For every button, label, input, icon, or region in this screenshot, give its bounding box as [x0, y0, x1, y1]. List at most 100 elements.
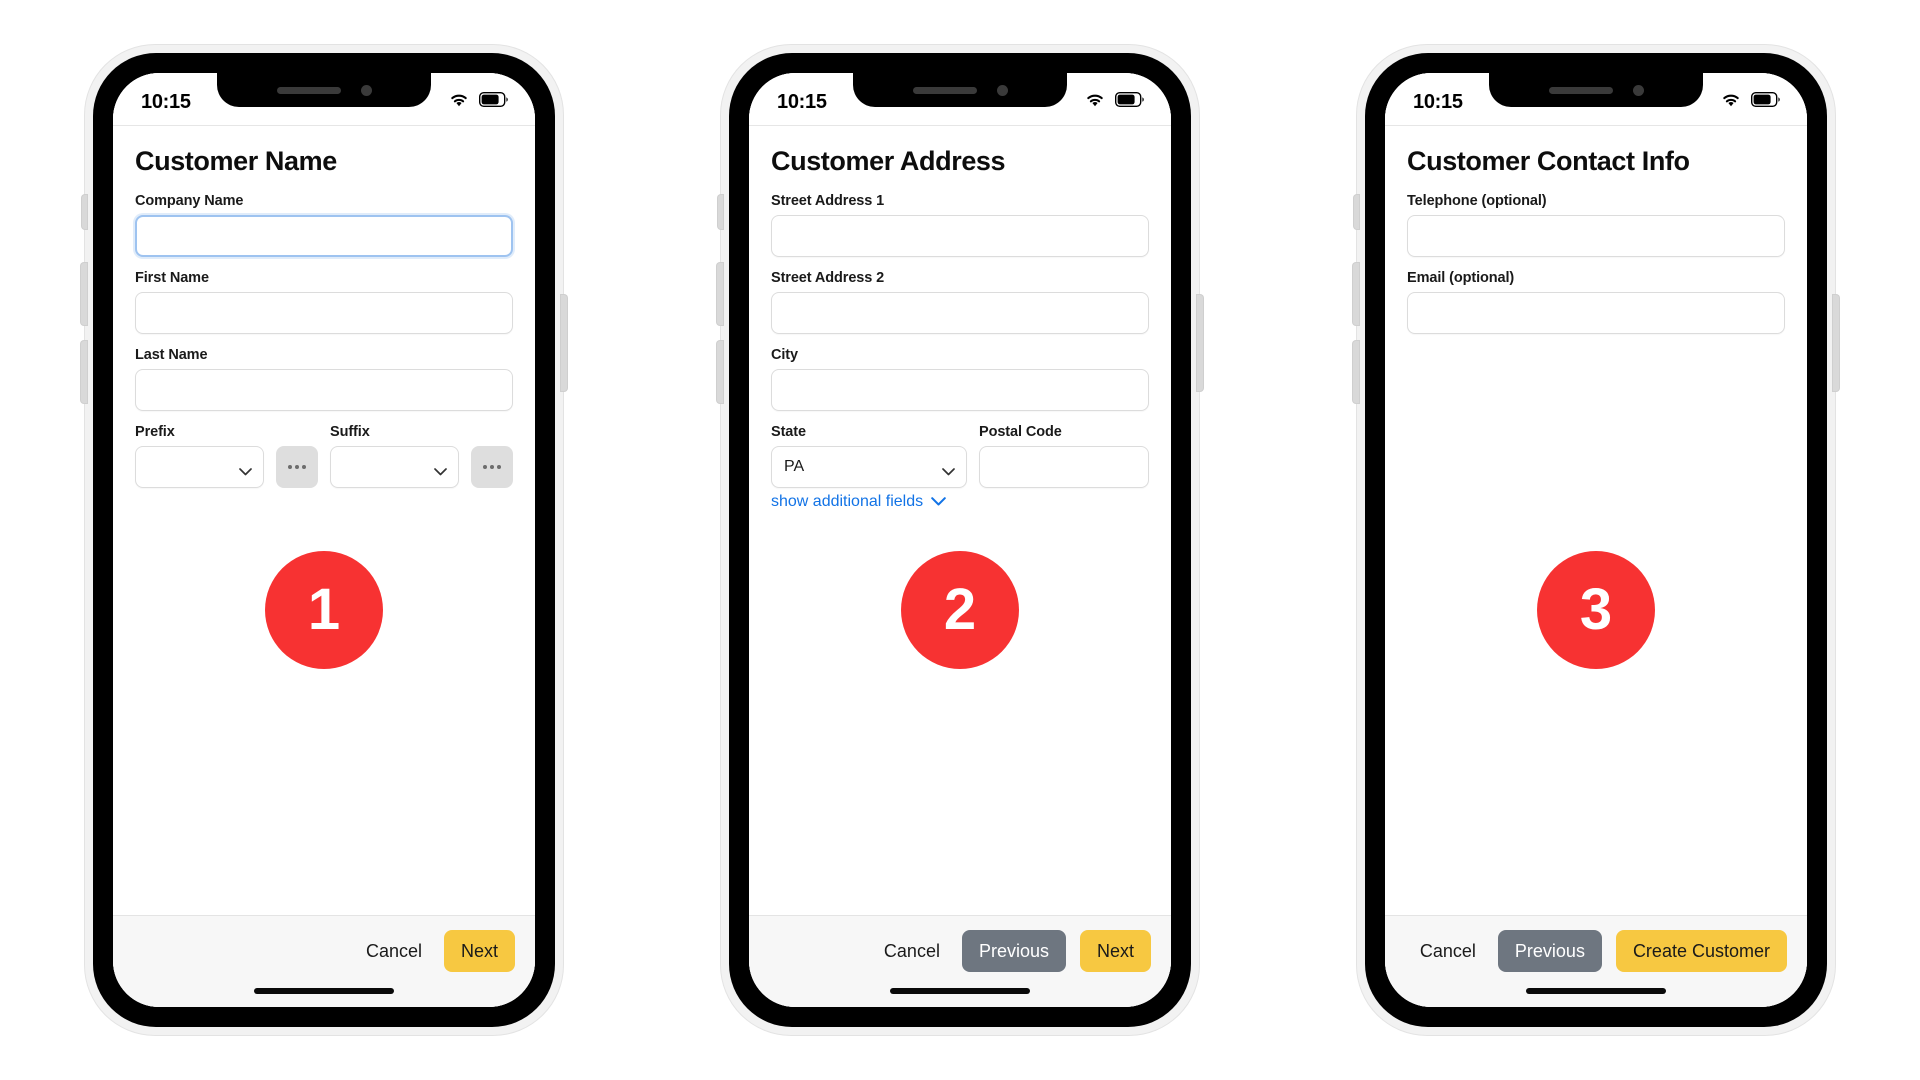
ellipsis-dot [295, 465, 299, 469]
suffix-label: Suffix [330, 424, 370, 440]
previous-button[interactable]: Previous [961, 930, 1066, 972]
next-button[interactable]: Next [443, 930, 515, 972]
status-bar: 10:15 [749, 73, 1171, 125]
first-name-field-group: First Name [135, 270, 513, 334]
page-title: Customer Contact Info [1407, 146, 1690, 176]
postal-code-field-group: Postal Code [979, 424, 1149, 488]
volume-down-button[interactable] [717, 341, 723, 403]
wifi-icon [1084, 92, 1106, 113]
city-label: City [771, 347, 798, 363]
action-bar-1: Cancel Next [113, 915, 535, 1007]
action-bar-2: Cancel Previous Next [749, 915, 1171, 1007]
street-address-2-input[interactable] [771, 292, 1149, 334]
cancel-button[interactable]: Cancel [876, 930, 948, 972]
status-bar-time: 10:15 [141, 90, 191, 113]
power-button[interactable] [1197, 295, 1203, 391]
show-additional-fields-label: show additional fields [771, 493, 924, 510]
device-frame: 10:15 [729, 53, 1191, 1027]
ellipsis-dot [302, 465, 306, 469]
volume-up-button[interactable] [717, 263, 723, 325]
telephone-field-group: Telephone (optional) [1407, 193, 1785, 257]
next-button[interactable]: Next [1079, 930, 1151, 972]
silent-switch-button[interactable] [82, 195, 87, 229]
battery-icon [1750, 91, 1781, 112]
power-button[interactable] [1833, 295, 1839, 391]
earpiece-speaker [276, 86, 341, 94]
street-address-2-field-group: Street Address 2 [771, 270, 1149, 334]
earpiece-speaker [1548, 86, 1613, 94]
company-name-label: Company Name [135, 193, 244, 209]
wifi-icon [448, 92, 470, 113]
wifi-icon [1720, 92, 1742, 113]
cancel-button[interactable]: Cancel [358, 930, 430, 972]
volume-down-button[interactable] [81, 341, 87, 403]
first-name-input[interactable] [135, 292, 513, 334]
cancel-button[interactable]: Cancel [1412, 930, 1484, 972]
screen-content-3: Customer Contact Info Telephone (optiona… [1385, 125, 1807, 915]
chevron-down-icon [942, 463, 955, 476]
device-notch [217, 73, 431, 107]
screen-content-2: Customer Address Street Address 1 Street… [749, 125, 1171, 915]
ellipsis-dot [497, 465, 501, 469]
state-select[interactable]: PA [771, 446, 967, 488]
postal-code-input[interactable] [979, 446, 1149, 488]
first-name-label: First Name [135, 270, 209, 286]
create-customer-button[interactable]: Create Customer [1615, 930, 1787, 972]
silent-switch-button[interactable] [1354, 195, 1359, 229]
suffix-select[interactable] [330, 446, 459, 488]
show-additional-fields-toggle[interactable]: show additional fields [771, 493, 1149, 511]
status-bar-time: 10:15 [1413, 90, 1463, 113]
last-name-field-group: Last Name [135, 347, 513, 411]
city-field-group: City [771, 347, 1149, 411]
telephone-label: Telephone (optional) [1407, 193, 1547, 209]
earpiece-speaker [912, 86, 977, 94]
phone-device-2: 10:15 Customer Address Street Address 1 … [717, 45, 1203, 1035]
action-bar-3: Cancel Previous Create Customer [1385, 915, 1807, 1007]
volume-up-button[interactable] [1353, 263, 1359, 325]
volume-up-button[interactable] [81, 263, 87, 325]
telephone-input[interactable] [1407, 215, 1785, 257]
power-button[interactable] [561, 295, 567, 391]
prefix-label: Prefix [135, 424, 175, 440]
front-camera [996, 84, 1008, 96]
last-name-label: Last Name [135, 347, 208, 363]
last-name-input[interactable] [135, 369, 513, 411]
status-bar-time: 10:15 [777, 90, 827, 113]
front-camera [360, 84, 372, 96]
state-label: State [771, 424, 806, 440]
home-indicator[interactable] [1526, 988, 1666, 994]
email-input[interactable] [1407, 292, 1785, 334]
street-address-1-field-group: Street Address 1 [771, 193, 1149, 257]
ellipsis-dot [490, 465, 494, 469]
prefix-suffix-row: Prefix Suffix [135, 424, 513, 488]
street-address-1-label: Street Address 1 [771, 193, 885, 209]
silent-switch-button[interactable] [718, 195, 723, 229]
email-label: Email (optional) [1407, 270, 1515, 286]
device-frame: 10:15 [1365, 53, 1827, 1027]
chevron-down-icon [434, 463, 447, 476]
device-screen: 10:15 [1385, 73, 1807, 1007]
ellipsis-dot [483, 465, 487, 469]
suffix-more-options-button[interactable] [471, 446, 513, 488]
ellipsis-dot [288, 465, 292, 469]
volume-down-button[interactable] [1353, 341, 1359, 403]
battery-icon [478, 91, 509, 112]
device-notch [853, 73, 1067, 107]
chevron-down-icon [239, 463, 252, 476]
prefix-more-options-button[interactable] [276, 446, 318, 488]
status-bar: 10:15 [1385, 73, 1807, 125]
city-input[interactable] [771, 369, 1149, 411]
home-indicator[interactable] [890, 988, 1030, 994]
email-field-group: Email (optional) [1407, 270, 1785, 334]
previous-button[interactable]: Previous [1497, 930, 1602, 972]
company-name-input[interactable] [135, 215, 513, 257]
screen-content-1: Customer Name Company Name First Name La… [113, 125, 535, 915]
home-indicator[interactable] [254, 988, 394, 994]
prefix-select[interactable] [135, 446, 264, 488]
suffix-field-group: Suffix [330, 424, 459, 488]
device-screen: 10:15 [113, 73, 535, 1007]
step-badge: 1 [265, 551, 383, 669]
front-camera [1632, 84, 1644, 96]
state-select-value: PA [784, 458, 805, 475]
street-address-1-input[interactable] [771, 215, 1149, 257]
